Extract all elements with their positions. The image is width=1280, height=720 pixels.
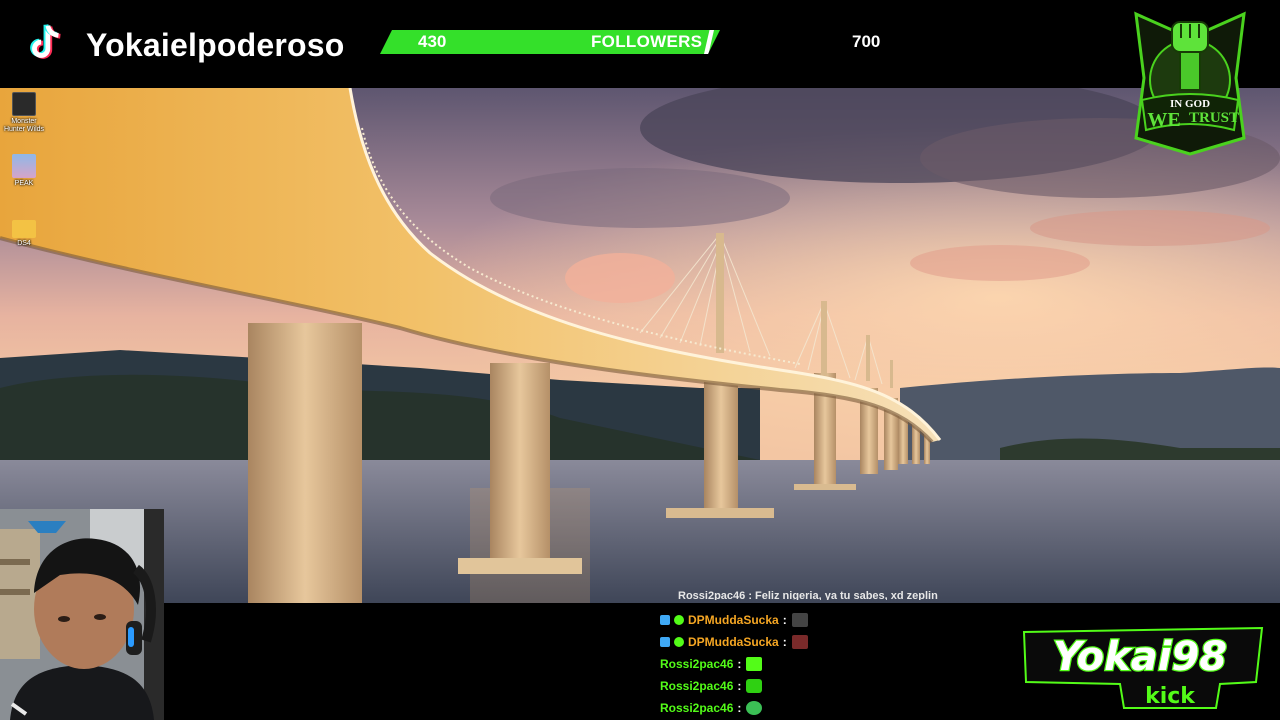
desktop-wallpaper: Monster Hunter Wilds PEAK DS4 — [0, 88, 1280, 603]
moderator-badge-icon — [660, 637, 670, 647]
desktop-icon-label: Monster Hunter Wilds — [3, 118, 45, 133]
goal-target-count: 700 — [852, 32, 881, 51]
chat-username[interactable]: Rossi2pac46 — [660, 657, 733, 671]
kick-k-emote — [746, 679, 763, 693]
folder-icon — [12, 220, 36, 238]
green-blob-emote — [746, 701, 763, 715]
chat-separator: : — [737, 657, 742, 671]
emblem-trust: TRUST — [1189, 110, 1239, 126]
chat-message: DPMuddaSucka : — [660, 610, 808, 630]
chat-message: Rossi2pac46 : — [660, 698, 763, 718]
chat-separator: : — [782, 635, 787, 649]
chat-username[interactable]: DPMuddaSucka — [688, 613, 779, 627]
moderator-badge-icon — [660, 615, 670, 625]
chat-separator: : — [737, 701, 742, 715]
streamer-webcam-image — [0, 509, 164, 720]
emblem-we: WE — [1147, 109, 1180, 131]
chat-message: Rossi2pac46 : — [660, 676, 763, 696]
stream-header: Yokaielpoderoso 430 FOLLOWERS 700 — [0, 0, 1280, 88]
name-tag-emote — [791, 613, 808, 627]
chat-separator: : — [782, 613, 787, 627]
tiktok-icon — [30, 24, 61, 59]
goal-label: FOLLOWERS — [591, 32, 703, 51]
in-god-we-trust-emblem: IN GOD WE TRUST — [1134, 11, 1246, 156]
kick-emote — [746, 657, 763, 671]
chat-username[interactable]: DPMuddaSucka — [688, 635, 779, 649]
mudda-emote — [791, 635, 808, 649]
webcam-feed — [0, 509, 164, 720]
verified-badge-icon — [674, 637, 684, 647]
chat-username[interactable]: Rossi2pac46 — [660, 679, 733, 693]
monster-hunter-wilds-icon — [12, 92, 36, 116]
brand-platform: kick — [1145, 684, 1196, 709]
chat-separator: : — [737, 679, 742, 693]
chat-message: DPMuddaSucka : — [660, 632, 808, 652]
desktop-icon-label: PEAK — [14, 180, 34, 187]
channel-name: Yokaielpoderoso — [86, 27, 345, 63]
verified-badge-icon — [674, 615, 684, 625]
bridge-wallpaper-image — [0, 88, 1280, 603]
chat-username[interactable]: Rossi2pac46 — [660, 701, 733, 715]
desktop-icon-label: DS4 — [17, 240, 31, 247]
yokai98-kick-logo: Yokai98 kick — [1022, 626, 1264, 709]
chat-partial-line: Rossi2pac46 : Feliz nigeria, ya tu sabes… — [678, 591, 938, 600]
goal-current-count: 430 — [418, 32, 447, 51]
desktop-icon-monster-hunter-wilds[interactable]: Monster Hunter Wilds — [0, 92, 48, 134]
desktop-icon-ds4[interactable]: DS4 — [0, 216, 48, 248]
chat-message: Rossi2pac46 : — [660, 654, 763, 674]
peak-icon — [12, 154, 36, 178]
desktop-icon-peak[interactable]: PEAK — [0, 154, 48, 188]
brand-name: Yokai98 — [1053, 634, 1227, 680]
